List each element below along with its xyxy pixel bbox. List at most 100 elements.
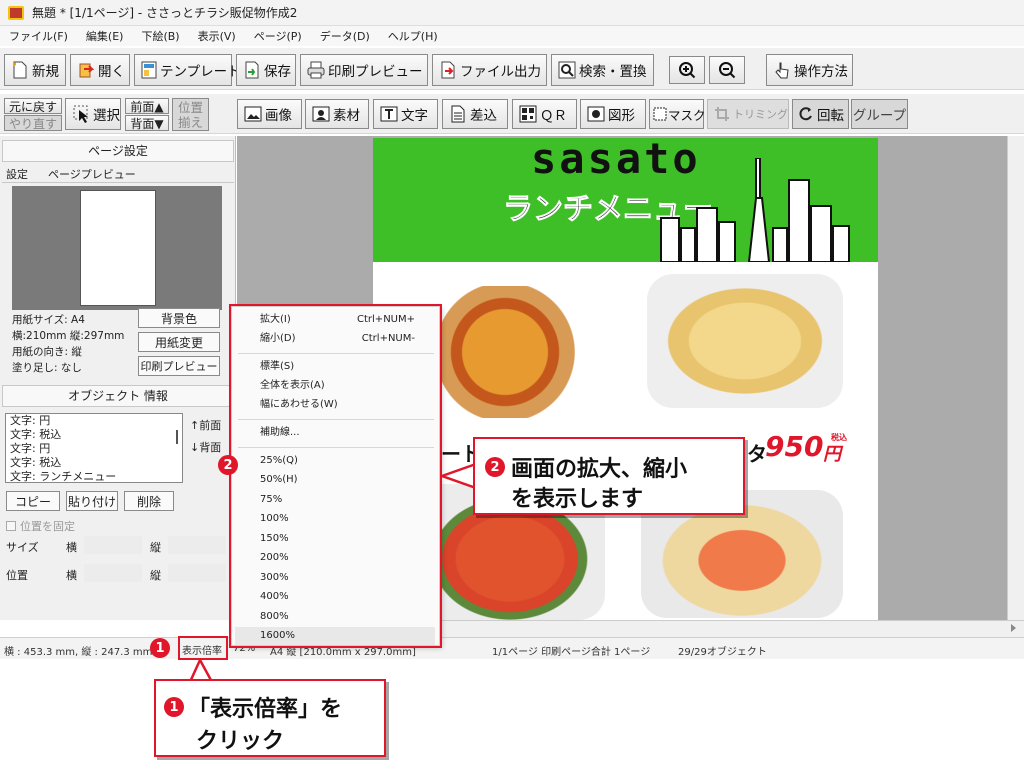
page-thumbnail [80, 190, 156, 306]
new-button[interactable]: 新規 [4, 54, 66, 86]
flyer-tax-label[interactable]: 税込 [831, 432, 847, 443]
object-info-header: オブジェクト 情報 [2, 385, 234, 407]
menu-edit[interactable]: 編集(E) [77, 28, 133, 44]
send-back-button[interactable]: 背面▼ [125, 115, 169, 131]
callout-step1-line2: クリック [196, 729, 285, 754]
object-front-button[interactable]: ↑前面 [190, 417, 221, 433]
text-button[interactable]: 文字 [373, 99, 438, 129]
material-icon [312, 104, 330, 124]
lock-position-checkbox[interactable]: 位置を固定 [6, 518, 75, 534]
page-status: 1/1ページ 印刷ページ合計 1ページ [492, 647, 651, 658]
select-button[interactable]: 選択 [65, 98, 121, 130]
save-button[interactable]: 保存 [236, 54, 296, 86]
shape-button[interactable]: 図形 [580, 99, 646, 129]
step1-badge: 1 [164, 697, 184, 717]
group-button[interactable]: グループ [851, 99, 908, 129]
size-height-label: 縦 [150, 541, 161, 554]
list-item[interactable]: 文字: ランチメニュー [10, 470, 182, 482]
flyer-page[interactable]: sasato ランチメニュー ート タ 950 円 税込 [373, 138, 878, 620]
list-item[interactable]: 文字: 円 [10, 414, 182, 428]
rotate-button[interactable]: 回転 [792, 99, 849, 129]
copy-button[interactable]: コピー [6, 491, 60, 511]
list-item[interactable]: 文字: 税込 [10, 428, 182, 442]
merge-button[interactable]: 差込 [442, 99, 508, 129]
zoom-out-button[interactable] [709, 56, 745, 84]
tab-page-preview[interactable]: ページプレビュー [48, 166, 136, 182]
list-item[interactable]: 文字: 円 [10, 442, 182, 456]
object-back-button[interactable]: ↓背面 [190, 439, 221, 455]
step2-badge: 2 [485, 457, 505, 477]
edit-toolbar: 元に戻す やり直す 選択 前面▲ 背面▼ 位置 揃え 画像 素材 文字 差込 Ｑ… [0, 94, 1024, 134]
vertical-scrollbar[interactable] [1007, 136, 1024, 620]
crop-icon [714, 104, 730, 124]
menu-view[interactable]: 表示(V) [189, 28, 245, 44]
mask-button[interactable]: マスク [649, 99, 706, 129]
flyer-text-right[interactable]: タ [747, 438, 767, 467]
template-icon [141, 60, 157, 80]
dropdown-highlight-frame [229, 304, 442, 648]
open-button[interactable]: 開く [70, 54, 130, 86]
zoom-in-button[interactable] [669, 56, 705, 84]
step1-small-badge: 1 [150, 638, 170, 658]
left-panel: ページ設定 設定 ページプレビュー 用紙サイズ: A4 横:210mm 縦:29… [0, 136, 236, 620]
window-title: 無題 * [1/1ページ] - ささっとチラシ販促物作成2 [32, 6, 298, 20]
redo-button[interactable]: やり直す [4, 115, 62, 131]
callout-step1: 1 「表示倍率」を クリック [154, 679, 386, 757]
flyer-price[interactable]: 950 [765, 430, 823, 463]
left-print-preview-button[interactable]: 印刷プレビュー [138, 356, 220, 376]
menu-bar: ファイル(F) 編集(E) 下絵(B) 表示(V) ページ(P) データ(D) … [0, 26, 1024, 46]
size-height-field[interactable] [168, 536, 226, 554]
change-paper-button[interactable]: 用紙変更 [138, 332, 220, 352]
search-replace-button[interactable]: 検索・置換 [551, 54, 654, 86]
callout-step1-line1: 1 「表示倍率」を [164, 691, 342, 723]
size-width-field[interactable] [84, 536, 142, 554]
menu-underlay[interactable]: 下絵(B) [132, 28, 188, 44]
file-output-button[interactable]: ファイル出力 [432, 54, 547, 86]
delete-button[interactable]: 削除 [124, 491, 174, 511]
trimming-button[interactable]: トリミング [707, 99, 789, 129]
undo-button[interactable]: 元に戻す [4, 98, 62, 114]
align-position-button[interactable]: 位置 揃え [172, 98, 209, 131]
mask-icon [653, 104, 667, 124]
material-button[interactable]: 素材 [305, 99, 369, 129]
zoom-button-highlight-frame [178, 636, 228, 660]
tab-settings[interactable]: 設定 [6, 166, 28, 182]
qr-button[interactable]: ＱＲ [512, 99, 577, 129]
pasta-photo[interactable] [647, 274, 843, 408]
save-icon [243, 60, 261, 80]
image-button[interactable]: 画像 [237, 99, 302, 129]
page-preview-area [12, 186, 222, 310]
scroll-right-icon[interactable] [1011, 624, 1016, 632]
list-scroll-thumb[interactable] [176, 430, 178, 444]
menu-file[interactable]: ファイル(F) [0, 28, 77, 44]
hand-pointer-icon [773, 60, 791, 80]
template-button[interactable]: テンプレート [134, 54, 241, 86]
position-label: 位置 [6, 569, 28, 582]
object-list[interactable]: 文字: 円 文字: 税込 文字: 円 文字: 税込 文字: ランチメニュー [5, 413, 183, 483]
search-icon [558, 60, 576, 80]
paper-info: 用紙サイズ: A4 横:210mm 縦:297mm 用紙の向き: 縦 塗り足し:… [12, 312, 124, 376]
position-x-label: 横 [66, 569, 77, 582]
open-folder-icon [77, 60, 95, 80]
city-skyline-icon[interactable] [653, 158, 853, 262]
menu-help[interactable]: ヘルプ(H) [379, 28, 447, 44]
flyer-price-unit[interactable]: 円 [823, 440, 841, 466]
merge-data-icon [449, 104, 467, 124]
position-y-field[interactable] [168, 564, 226, 582]
shape-icon [587, 104, 605, 124]
bring-front-button[interactable]: 前面▲ [125, 98, 169, 114]
print-preview-button[interactable]: 印刷プレビュー [300, 54, 428, 86]
checkbox-box[interactable] [6, 521, 16, 531]
background-color-button[interactable]: 背景色 [138, 308, 220, 328]
list-item[interactable]: 文字: 税込 [10, 456, 182, 470]
paste-button[interactable]: 貼り付け [66, 491, 118, 511]
flyer-banner[interactable]: sasato ランチメニュー [373, 138, 878, 262]
pizza-photo[interactable] [415, 286, 595, 418]
qr-code-icon [519, 104, 537, 124]
rotate-icon [797, 104, 815, 124]
help-button[interactable]: 操作方法 [766, 54, 853, 86]
position-x-field[interactable] [84, 564, 142, 582]
menu-data[interactable]: データ(D) [311, 28, 379, 44]
text-icon [380, 104, 398, 124]
menu-page[interactable]: ページ(P) [245, 28, 311, 44]
